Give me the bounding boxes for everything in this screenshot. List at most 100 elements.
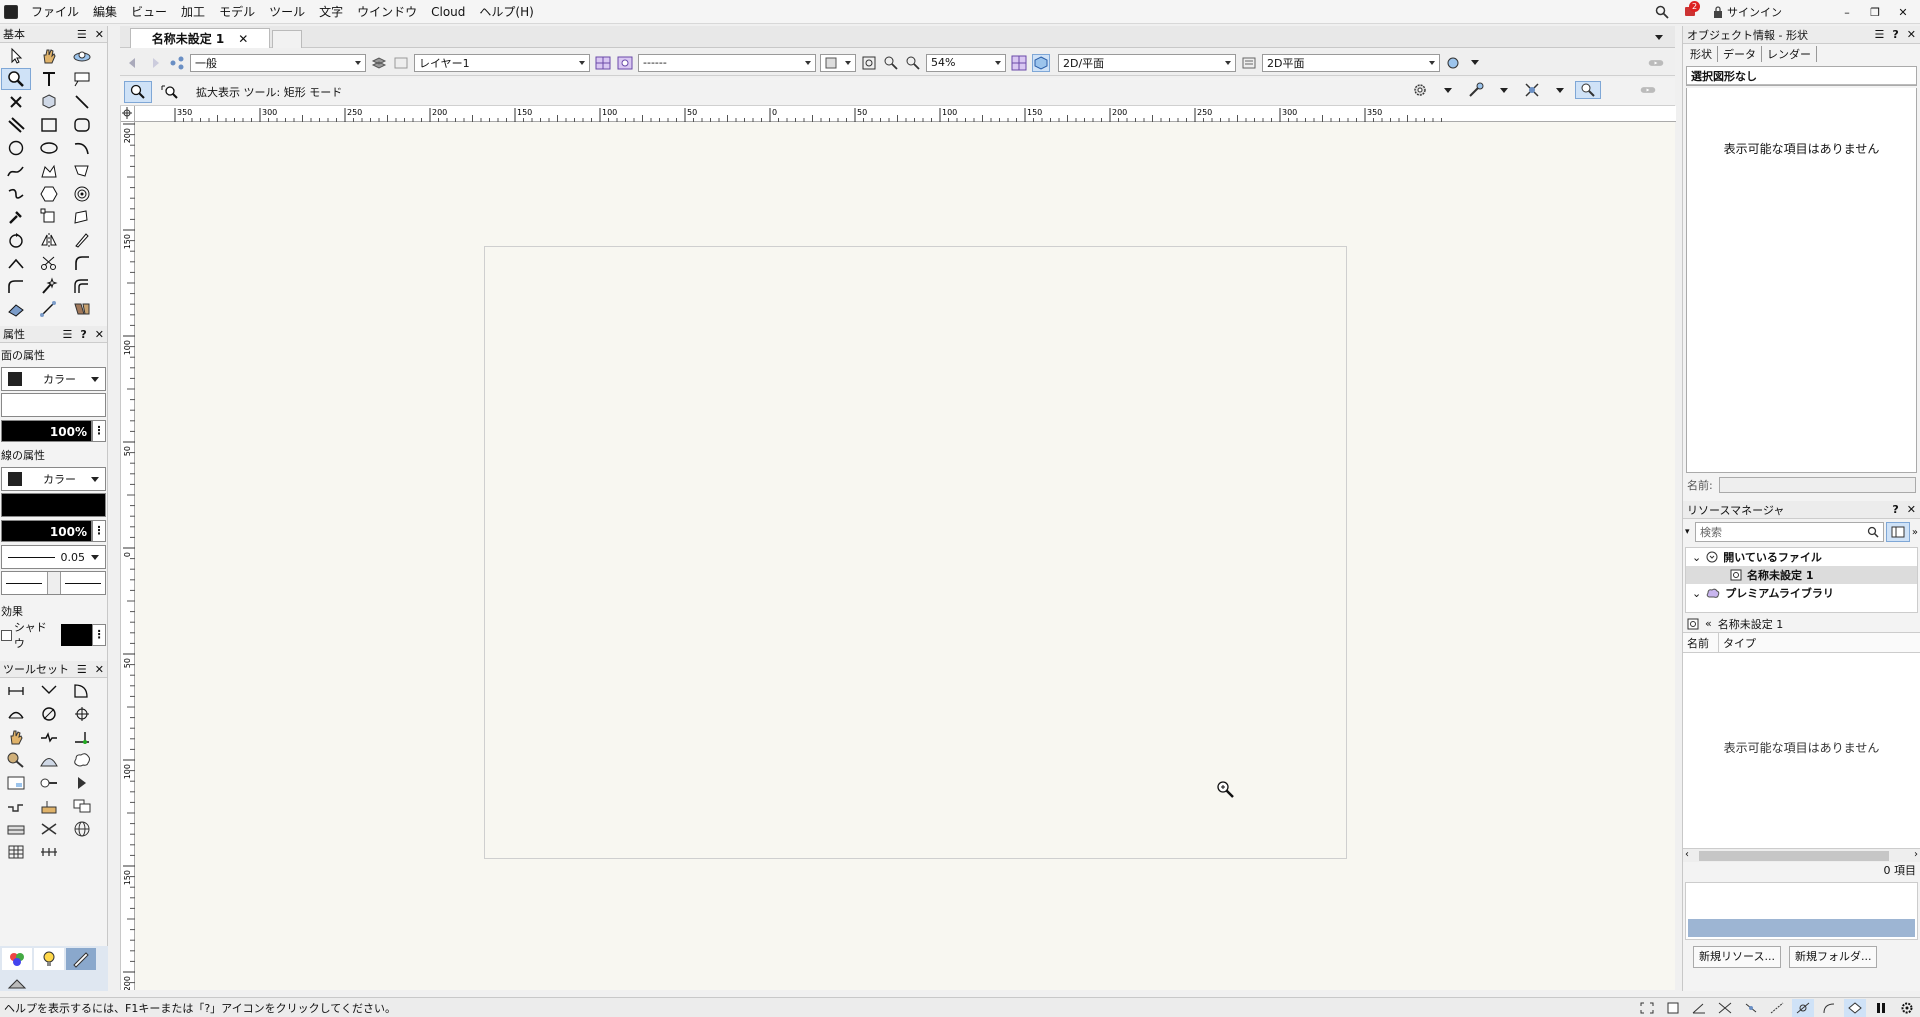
- lighting-icon[interactable]: [1444, 54, 1462, 72]
- shadow-checkbox[interactable]: [1, 629, 12, 641]
- lightbulb-icon[interactable]: [34, 948, 64, 970]
- search-scope-icon[interactable]: ▾: [1685, 527, 1695, 537]
- line-tool[interactable]: [67, 91, 97, 113]
- previous-view-icon[interactable]: [882, 54, 900, 72]
- chevron-right-icon[interactable]: ›: [1914, 849, 1918, 860]
- attribute-mapping-tool[interactable]: [67, 298, 97, 320]
- close-icon[interactable]: ✕: [95, 28, 104, 41]
- rectangle-tool[interactable]: [34, 114, 64, 136]
- title-block-tool[interactable]: [34, 795, 64, 817]
- oval-tool[interactable]: [34, 137, 64, 159]
- snap-intersection-icon[interactable]: [1714, 999, 1736, 1017]
- minimize-icon[interactable]: –: [1840, 6, 1854, 19]
- tab-shape[interactable]: 形状: [1685, 46, 1718, 62]
- menu-icon[interactable]: ☰: [77, 28, 87, 41]
- eraser-tool[interactable]: [1, 298, 31, 320]
- close-icon[interactable]: ✕: [95, 328, 104, 341]
- dimension-tool[interactable]: [34, 298, 64, 320]
- plan-view-icon[interactable]: [1010, 54, 1028, 72]
- protractor-tool[interactable]: [67, 680, 97, 702]
- resource-search-input[interactable]: 検索: [1695, 522, 1884, 542]
- render-mode-dropdown[interactable]: 2D平面: [1262, 53, 1440, 72]
- horizontal-ruler[interactable]: 350 300 250 200 150 100 50 0 50 100 150 200 250 300 35…: [135, 106, 1676, 122]
- menu-cloud[interactable]: Cloud: [424, 0, 472, 24]
- ruler-origin[interactable]: [121, 106, 135, 122]
- shadow-color-swatch[interactable]: [60, 624, 93, 646]
- modebar-expand-icon[interactable]: [1637, 81, 1659, 99]
- chamfer-tool[interactable]: [1, 275, 31, 297]
- line-type-dropdown[interactable]: カラー: [1, 467, 106, 491]
- stitch-tool[interactable]: [34, 818, 64, 840]
- menu-edit[interactable]: 編集: [86, 0, 124, 24]
- locus-tool[interactable]: [1, 91, 31, 113]
- polyline-tool[interactable]: [34, 160, 64, 182]
- forward-arrow-icon[interactable]: [146, 54, 164, 72]
- scrollbar-thumb[interactable]: [1699, 851, 1889, 861]
- zoom-marquee-mode-button[interactable]: [156, 81, 184, 103]
- diameter-tool[interactable]: [34, 703, 64, 725]
- globe-tool[interactable]: [67, 818, 97, 840]
- close-tab-icon[interactable]: ✕: [238, 32, 248, 46]
- settings-gear-icon[interactable]: [1407, 81, 1433, 99]
- chevron-left-icon[interactable]: ‹: [1685, 849, 1689, 860]
- new-tab-button[interactable]: [272, 30, 302, 48]
- collapse-icon[interactable]: «: [1705, 617, 1712, 630]
- end-marker-sample[interactable]: [65, 582, 101, 584]
- layers-icon[interactable]: [370, 54, 388, 72]
- pan-tool[interactable]: [34, 45, 64, 67]
- interior-elevation-tool[interactable]: [67, 772, 97, 794]
- zoom-dropdown[interactable]: 54%: [926, 53, 1006, 72]
- menu-view[interactable]: ビュー: [124, 0, 174, 24]
- smart-cursor-icon[interactable]: [1519, 81, 1545, 99]
- viewport-tool[interactable]: [1, 772, 31, 794]
- tree-file-item[interactable]: 名称未設定 1: [1686, 566, 1917, 584]
- snap-distance-icon[interactable]: [1766, 999, 1788, 1017]
- palette-color-icon[interactable]: [2, 948, 32, 970]
- cloud-tool[interactable]: [67, 749, 97, 771]
- polygon-tool[interactable]: [67, 160, 97, 182]
- concentric-tool[interactable]: [67, 183, 97, 205]
- line-weight-dropdown[interactable]: 0.05: [1, 545, 106, 569]
- tree-open-files[interactable]: ⌄ 開いているファイル: [1686, 548, 1917, 566]
- chevron-down-icon[interactable]: [1551, 81, 1569, 99]
- flyover-tool[interactable]: [67, 45, 97, 67]
- chevron-down-icon[interactable]: [1495, 81, 1513, 99]
- help-icon[interactable]: ?: [1892, 503, 1898, 516]
- zoom-in-mode-button[interactable]: [124, 80, 152, 103]
- fill-type-dropdown[interactable]: カラー: [1, 367, 106, 391]
- callout-tool[interactable]: [67, 68, 97, 90]
- view-dropdown[interactable]: ------: [638, 53, 816, 72]
- gear-icon[interactable]: [1896, 999, 1918, 1017]
- regular-polygon-tool[interactable]: [34, 183, 64, 205]
- tab-render[interactable]: レンダー: [1762, 46, 1817, 62]
- chain-dimension-tool[interactable]: [34, 841, 64, 863]
- object-name-field[interactable]: [1718, 477, 1916, 493]
- symbol-insert-tool[interactable]: [34, 91, 64, 113]
- chevron-down-icon[interactable]: ⌄: [1692, 587, 1701, 600]
- grade-tool[interactable]: [1, 795, 31, 817]
- render-settings-icon[interactable]: [1240, 54, 1258, 72]
- more-options-icon[interactable]: ⋮: [92, 624, 106, 646]
- fillet-tool[interactable]: [67, 252, 97, 274]
- offset-tool[interactable]: [67, 275, 97, 297]
- class-dropdown[interactable]: 一般: [190, 53, 366, 72]
- split-tool[interactable]: [1, 252, 31, 274]
- vertical-ruler[interactable]: 200 150 100 50 0 50 100 150 200: [121, 122, 135, 991]
- drawing-area[interactable]: 350 300 250 200 150 100 50 0 50 100 150 200 250 300 35…: [120, 106, 1676, 991]
- drawing-border-tool[interactable]: [1, 818, 31, 840]
- spiral-tool[interactable]: [1, 183, 31, 205]
- snap-angle-icon[interactable]: [1688, 999, 1710, 1017]
- visibility-dropdown[interactable]: [820, 53, 856, 72]
- 3d-view-icon[interactable]: [1032, 53, 1050, 72]
- chevron-down-icon[interactable]: ⌄: [1692, 551, 1701, 564]
- revision-tool[interactable]: [67, 795, 97, 817]
- tree-premium-library[interactable]: ⌄ プレミアムライブラリ: [1686, 584, 1917, 602]
- more-options-icon[interactable]: ⋮: [92, 420, 106, 442]
- fit-to-objects-icon[interactable]: [860, 54, 878, 72]
- menu-file[interactable]: ファイル: [24, 0, 86, 24]
- line-opacity-control[interactable]: 100% ⋮: [1, 519, 106, 543]
- snap-point-icon[interactable]: [1740, 999, 1762, 1017]
- projection-dropdown[interactable]: 2D/平面: [1058, 53, 1236, 72]
- selection-tool[interactable]: [1, 45, 31, 67]
- fill-opacity-control[interactable]: 100% ⋮: [1, 419, 106, 443]
